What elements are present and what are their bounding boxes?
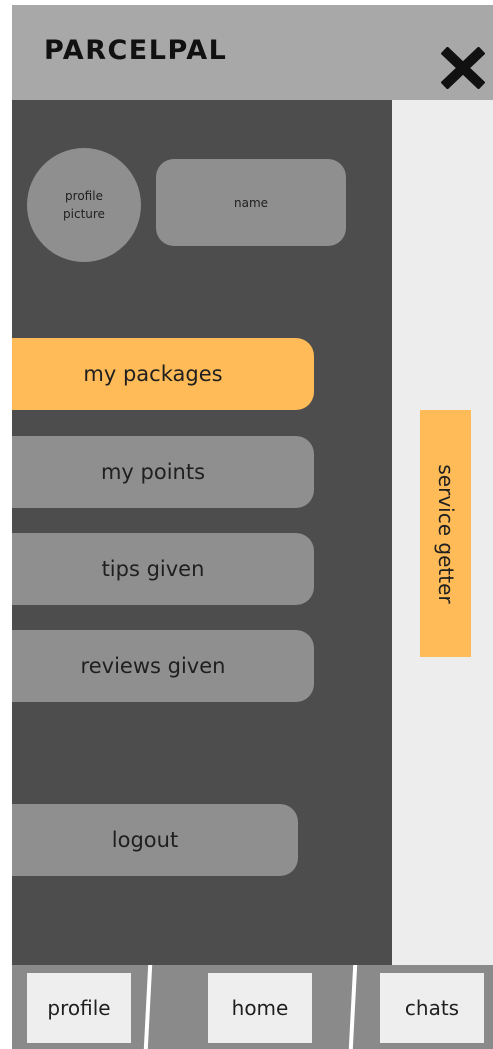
logout-button[interactable]: logout (12, 804, 298, 876)
menu-item-tips-given[interactable]: tips given (12, 533, 314, 605)
menu-item-reviews-given[interactable]: reviews given (12, 630, 314, 702)
profile-name[interactable]: name (156, 159, 346, 246)
menu-item-my-packages[interactable]: my packages (12, 338, 314, 410)
service-getter-label: service getter (433, 463, 458, 604)
nav-profile-label: profile (47, 996, 111, 1020)
service-getter-tab[interactable]: service getter (420, 410, 471, 657)
side-drawer: profile picture name my packages my poin… (12, 100, 392, 965)
close-button[interactable] (440, 46, 486, 90)
nav-home-button[interactable]: home (208, 973, 312, 1043)
avatar[interactable]: profile picture (27, 148, 141, 262)
menu-item-label: my packages (83, 362, 223, 386)
nav-chats-button[interactable]: chats (380, 973, 484, 1043)
app-frame: PARCELPAL profile picture name my packag… (12, 5, 493, 1049)
close-icon (440, 46, 486, 90)
profile-name-label: name (233, 195, 269, 210)
top-header: PARCELPAL (12, 5, 493, 100)
bottom-nav: profile home chats (12, 965, 493, 1049)
logout-label: logout (111, 828, 179, 852)
nav-home-label: home (231, 996, 289, 1020)
menu-item-label: my points (100, 460, 206, 484)
menu-item-my-points[interactable]: my points (12, 436, 314, 508)
nav-profile-button[interactable]: profile (27, 973, 131, 1043)
nav-divider (143, 965, 153, 1049)
nav-divider (348, 965, 358, 1049)
menu-item-label: reviews given (80, 654, 226, 678)
avatar-label: profile picture (63, 189, 105, 221)
brand-logo: PARCELPAL (44, 35, 228, 66)
nav-chats-label: chats (404, 996, 460, 1020)
menu-item-label: tips given (101, 557, 205, 581)
